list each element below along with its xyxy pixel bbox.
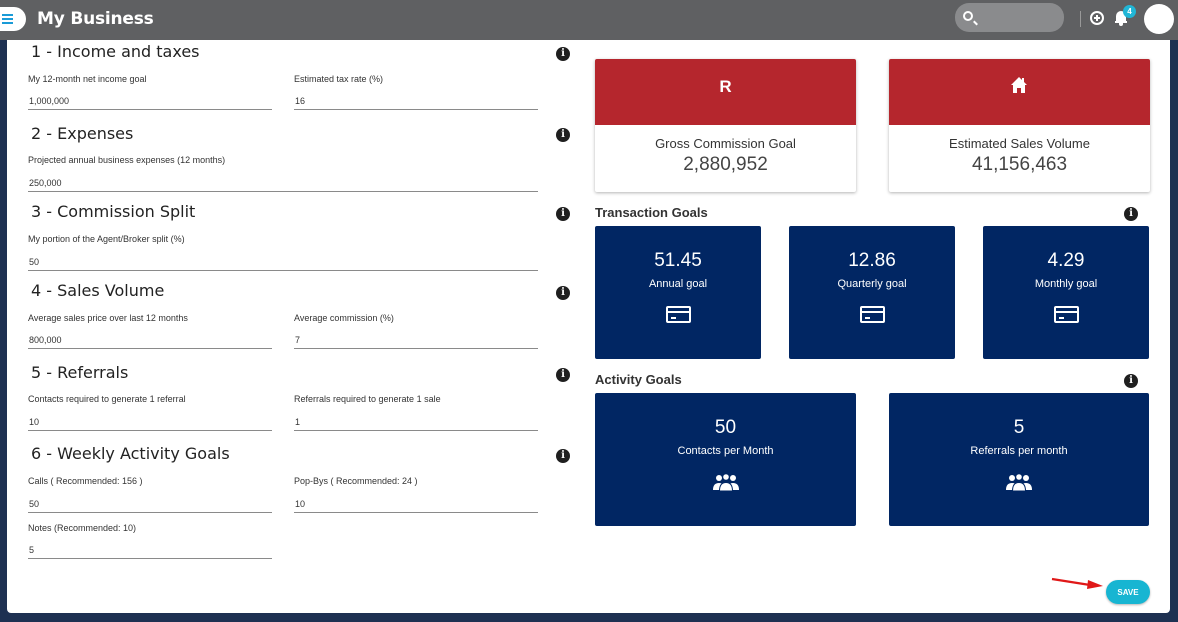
card-value: 41,156,463 bbox=[971, 154, 1068, 175]
field-label-contacts-per-referral: Contacts required to generate 1 referral bbox=[28, 394, 186, 404]
net-income-input[interactable] bbox=[28, 92, 272, 110]
goal-value: 50 bbox=[714, 417, 737, 438]
app-title: My Business bbox=[37, 9, 154, 29]
toolbar-divider bbox=[1080, 11, 1081, 27]
hamburger-icon bbox=[2, 14, 13, 24]
field-label-avg-price: Average sales price over last 12 months bbox=[28, 313, 188, 323]
field-label-net-income: My 12-month net income goal bbox=[28, 74, 147, 84]
credit-card-icon bbox=[666, 306, 691, 323]
search-box[interactable] bbox=[955, 3, 1064, 32]
avatar[interactable] bbox=[1144, 4, 1174, 34]
quarterly-goal-card: 12.86 Quarterly goal bbox=[789, 226, 955, 359]
section-title-income: 1 - Income and taxes bbox=[31, 42, 200, 61]
goal-label: Referrals per month bbox=[970, 445, 1068, 457]
card-label: Gross Commission Goal bbox=[655, 136, 796, 151]
goal-label: Monthly goal bbox=[1034, 278, 1098, 290]
goal-label: Contacts per Month bbox=[677, 445, 774, 457]
card-header: R bbox=[595, 59, 856, 125]
sales-volume-card: Estimated Sales Volume 41,156,463 bbox=[889, 59, 1150, 192]
avg-price-input[interactable] bbox=[28, 331, 272, 349]
activity-goals-title: Activity Goals bbox=[595, 372, 682, 387]
card-value: 2,880,952 bbox=[683, 154, 768, 175]
referrals-per-sale-input[interactable] bbox=[294, 413, 538, 431]
search-icon bbox=[963, 11, 973, 21]
expenses-input[interactable] bbox=[28, 174, 538, 192]
field-label-calls: Calls ( Recommended: 156 ) bbox=[28, 476, 143, 486]
info-icon[interactable]: i bbox=[1124, 207, 1138, 221]
pop-bys-input[interactable] bbox=[294, 495, 538, 513]
gross-commission-card: R Gross Commission Goal 2,880,952 bbox=[595, 59, 856, 192]
credit-card-icon bbox=[1054, 306, 1079, 323]
field-label-split: My portion of the Agent/Broker split (%) bbox=[28, 234, 185, 244]
section-title-commission-split: 3 - Commission Split bbox=[31, 202, 196, 221]
info-icon[interactable]: i bbox=[1124, 374, 1138, 388]
goal-value: 5 bbox=[1013, 417, 1025, 438]
info-icon[interactable]: i bbox=[556, 286, 570, 300]
field-label-notes: Notes (Recommended: 10) bbox=[28, 523, 137, 533]
info-icon[interactable]: i bbox=[556, 207, 570, 221]
section-title-referrals: 5 - Referrals bbox=[31, 363, 129, 382]
goal-value: 4.29 bbox=[1047, 250, 1085, 271]
card-label: Estimated Sales Volume bbox=[949, 136, 1090, 151]
section-title-weekly-activity: 6 - Weekly Activity Goals bbox=[31, 444, 230, 463]
notes-input[interactable] bbox=[28, 541, 272, 559]
referrals-per-month-card: 5 Referrals per month bbox=[889, 393, 1149, 526]
annual-goal-card: 51.45 Annual goal bbox=[595, 226, 761, 359]
field-label-tax-rate: Estimated tax rate (%) bbox=[294, 74, 384, 84]
info-icon[interactable]: i bbox=[556, 449, 570, 463]
add-icon[interactable] bbox=[1090, 11, 1104, 25]
people-icon bbox=[713, 473, 739, 491]
field-label-referrals-per-sale: Referrals required to generate 1 sale bbox=[294, 394, 441, 404]
house-icon bbox=[1011, 77, 1027, 93]
contacts-per-month-card: 50 Contacts per Month bbox=[595, 393, 856, 526]
split-input[interactable] bbox=[28, 253, 538, 271]
info-icon[interactable]: i bbox=[556, 128, 570, 142]
red-arrow-icon bbox=[1051, 577, 1103, 589]
rand-symbol: R bbox=[719, 77, 732, 96]
menu-button[interactable] bbox=[0, 7, 26, 31]
section-title-sales-volume: 4 - Sales Volume bbox=[31, 281, 165, 300]
avg-commission-input[interactable] bbox=[294, 331, 538, 349]
info-icon[interactable]: i bbox=[556, 368, 570, 382]
monthly-goal-card: 4.29 Monthly goal bbox=[983, 226, 1149, 359]
tax-rate-input[interactable] bbox=[294, 92, 538, 110]
people-icon bbox=[1006, 473, 1032, 491]
goal-value: 12.86 bbox=[848, 250, 896, 271]
field-label-pop-bys: Pop-Bys ( Recommended: 24 ) bbox=[294, 476, 418, 486]
info-icon[interactable]: i bbox=[556, 47, 570, 61]
field-label-expenses: Projected annual business expenses (12 m… bbox=[28, 155, 226, 165]
section-title-expenses: 2 - Expenses bbox=[31, 124, 134, 143]
goal-label: Annual goal bbox=[648, 278, 708, 290]
top-bar: My Business 4 bbox=[0, 0, 1178, 40]
credit-card-icon bbox=[860, 306, 885, 323]
field-label-avg-commission: Average commission (%) bbox=[294, 313, 394, 323]
notification-badge: 4 bbox=[1123, 5, 1136, 18]
card-header bbox=[889, 59, 1150, 125]
calls-input[interactable] bbox=[28, 495, 272, 513]
save-button[interactable]: SAVE bbox=[1106, 580, 1150, 604]
goal-value: 51.45 bbox=[654, 250, 702, 271]
transaction-goals-title: Transaction Goals bbox=[595, 205, 708, 220]
goal-label: Quarterly goal bbox=[837, 278, 907, 290]
contacts-per-referral-input[interactable] bbox=[28, 413, 272, 431]
